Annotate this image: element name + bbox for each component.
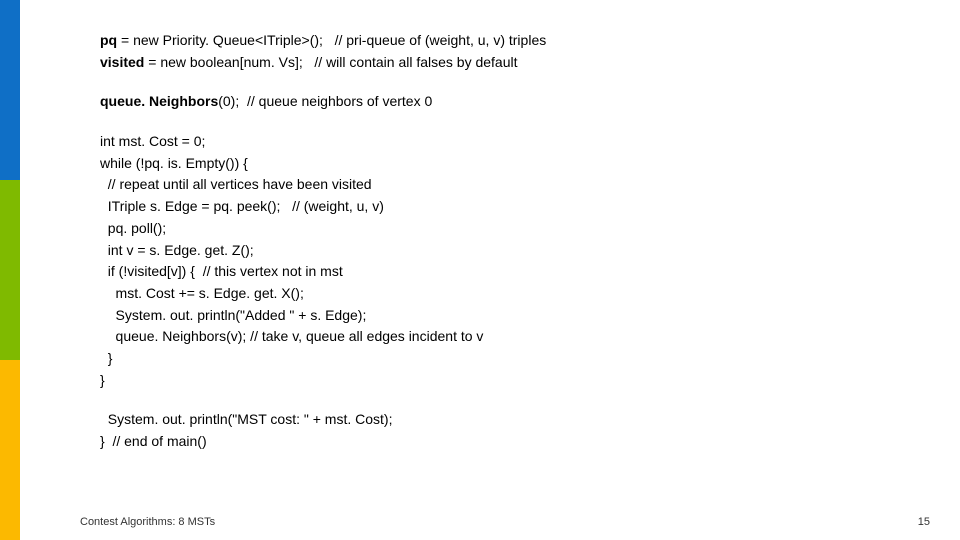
code-line: // repeat until all vertices have been v… <box>100 174 900 196</box>
code-line: int mst. Cost = 0; <box>100 131 900 153</box>
code-line: queue. Neighbors(v); // take v, queue al… <box>100 326 900 348</box>
sidebar-yellow <box>0 360 20 540</box>
code-bold: visited <box>100 54 144 70</box>
code-content: pq = new Priority. Queue<ITriple>(); // … <box>100 30 900 453</box>
code-line: while (!pq. is. Empty()) { <box>100 153 900 175</box>
code-bold: pq <box>100 32 117 48</box>
code-line: if (!visited[v]) { // this vertex not in… <box>100 261 900 283</box>
code-line: visited = new boolean[num. Vs]; // will … <box>100 52 900 74</box>
code-text: = new boolean[num. Vs]; // will contain … <box>144 54 517 70</box>
code-line: queue. Neighbors(0); // queue neighbors … <box>100 91 900 113</box>
code-line: } <box>100 370 900 392</box>
color-sidebar <box>0 0 20 540</box>
code-text: (0); // queue neighbors of vertex 0 <box>218 93 432 109</box>
code-line: } <box>100 348 900 370</box>
sidebar-green <box>0 180 20 360</box>
code-line: pq = new Priority. Queue<ITriple>(); // … <box>100 30 900 52</box>
code-line: ITriple s. Edge = pq. peek(); // (weight… <box>100 196 900 218</box>
sidebar-blue <box>0 0 20 180</box>
code-line: System. out. println("MST cost: " + mst.… <box>100 409 900 431</box>
code-line: System. out. println("Added " + s. Edge)… <box>100 305 900 327</box>
code-line: pq. poll(); <box>100 218 900 240</box>
code-line: int v = s. Edge. get. Z(); <box>100 240 900 262</box>
footer-title: Contest Algorithms: 8 MSTs <box>80 516 215 528</box>
page-number: 15 <box>918 516 930 528</box>
code-line: } // end of main() <box>100 431 900 453</box>
code-text: = new Priority. Queue<ITriple>(); // pri… <box>117 32 546 48</box>
code-line: mst. Cost += s. Edge. get. X(); <box>100 283 900 305</box>
code-bold: queue. Neighbors <box>100 93 218 109</box>
